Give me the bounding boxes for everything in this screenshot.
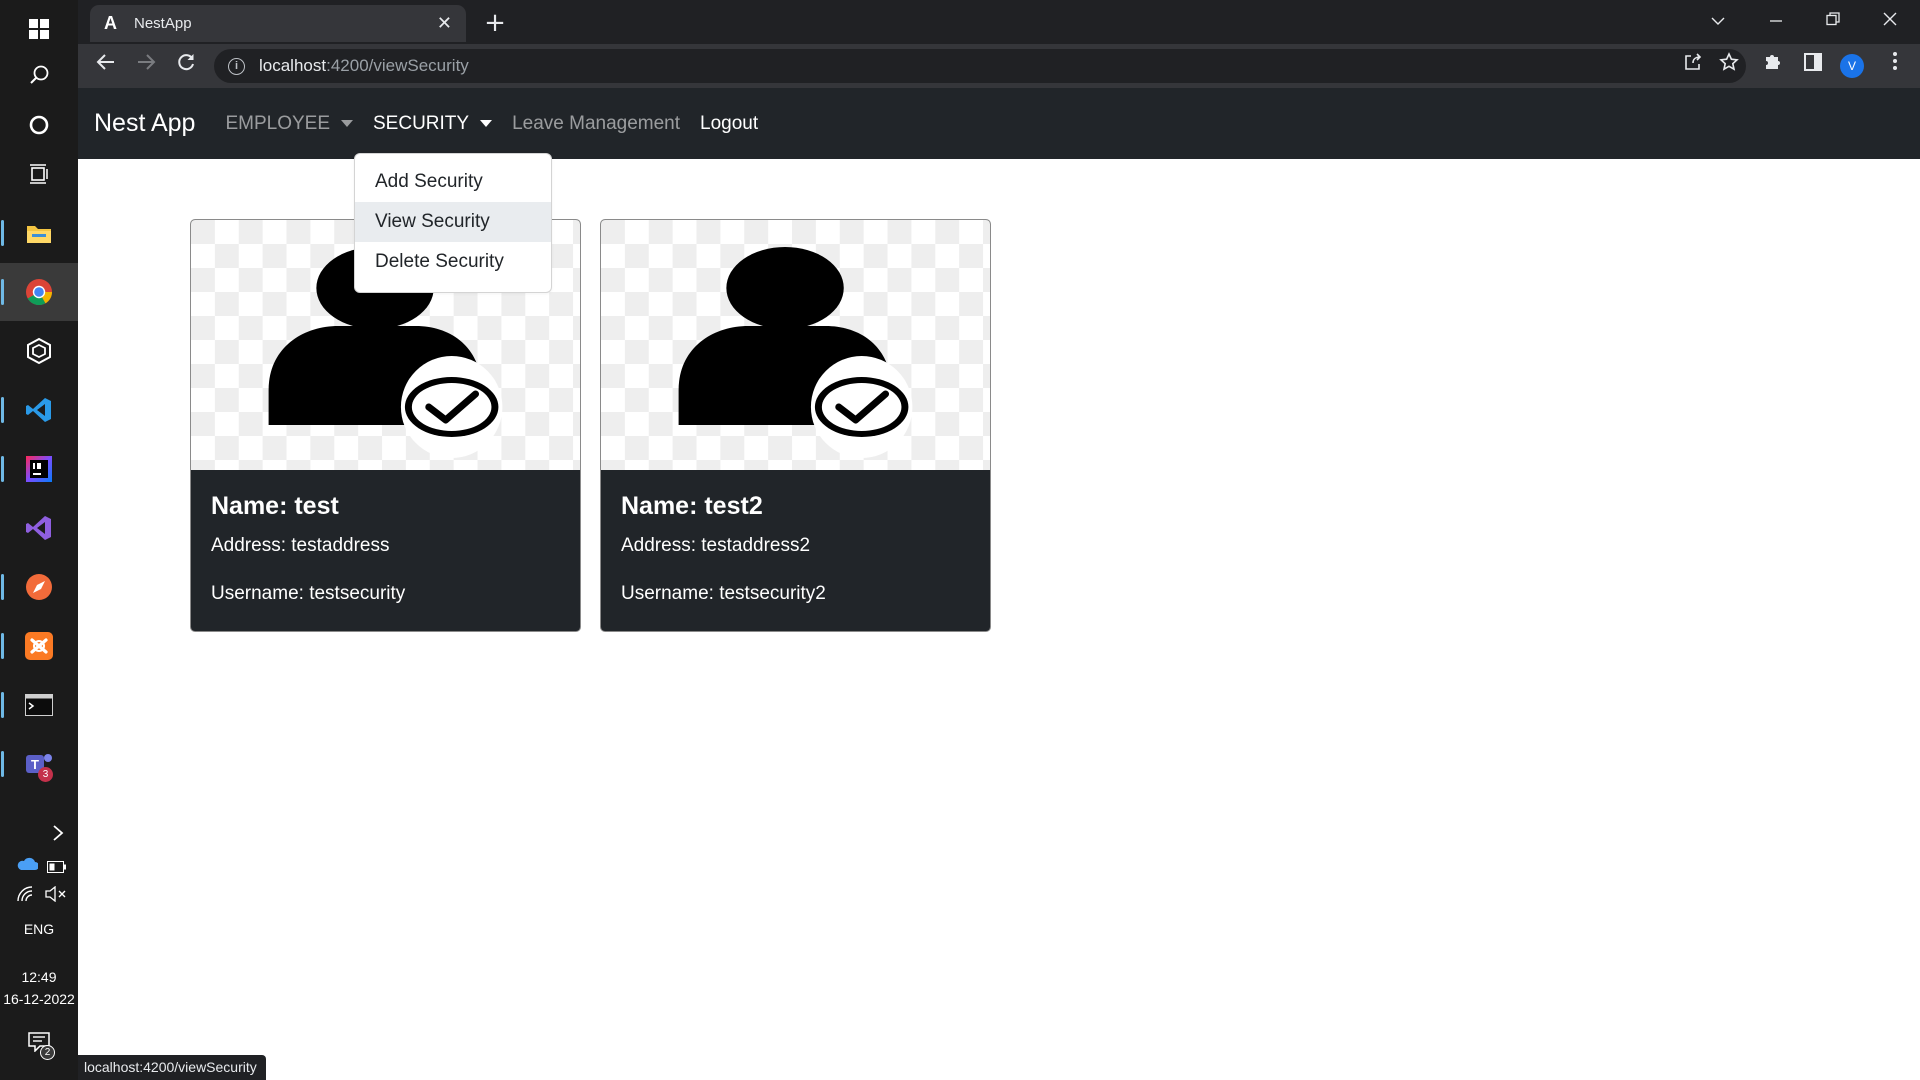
xampp-icon[interactable] <box>0 617 78 675</box>
card-name: Name: test <box>211 492 339 520</box>
nav-security-label: SECURITY <box>373 112 470 134</box>
clock-date[interactable]: 16-12-2022 <box>0 988 78 1010</box>
windows-taskbar: T 3 ENG 12:49 16-12-2022 2 <box>0 0 78 1080</box>
nav-employee-label: EMPLOYEE <box>225 112 330 134</box>
dropdown-item-add-security[interactable]: Add Security <box>355 162 551 202</box>
nav-employee-dropdown[interactable]: EMPLOYEE <box>225 113 353 135</box>
card-body: Name: test Address: testaddress Username… <box>191 470 580 605</box>
site-info-icon[interactable]: i <box>228 57 245 75</box>
address-bar[interactable]: i localhost:4200/viewSecurity <box>214 49 1746 83</box>
dropdown-item-delete-security[interactable]: Delete Security <box>355 242 551 282</box>
volume-muted-icon[interactable] <box>45 885 67 906</box>
battery-icon[interactable] <box>47 858 67 877</box>
chevron-right-icon[interactable] <box>0 804 78 862</box>
teams-badge: 3 <box>38 767 53 782</box>
tab-search-chevron-icon[interactable] <box>1695 6 1741 36</box>
kebab-menu-icon[interactable] <box>1880 50 1910 80</box>
profile-avatar[interactable]: V <box>1840 54 1864 78</box>
security-card: Name: test2 Address: testaddress2 Userna… <box>600 219 991 632</box>
nav-logout[interactable]: Logout <box>700 113 758 135</box>
notifications-badge: 2 <box>40 1045 55 1060</box>
caret-down-icon <box>480 120 493 127</box>
cube-app-icon[interactable] <box>0 322 78 380</box>
task-view-icon[interactable] <box>0 145 78 203</box>
back-arrow-icon[interactable] <box>90 50 122 82</box>
browser-toolbar: i localhost:4200/viewSecurity V <box>78 44 1920 88</box>
restore-icon[interactable] <box>1810 6 1856 36</box>
caret-down-icon <box>341 120 353 127</box>
angular-favicon-icon: A <box>104 13 117 33</box>
wifi-icon[interactable] <box>16 886 36 906</box>
notifications-icon[interactable]: 2 <box>0 1017 78 1067</box>
compass-app-icon[interactable] <box>0 558 78 616</box>
card-address: Address: testaddress2 <box>621 535 811 556</box>
forward-arrow-icon[interactable] <box>130 50 162 82</box>
dropdown-item-view-security[interactable]: View Security <box>355 202 551 242</box>
side-panel-icon[interactable] <box>1798 50 1828 80</box>
nav-leave-management[interactable]: Leave Management <box>512 113 680 135</box>
card-username: Username: testsecurity2 <box>621 583 826 604</box>
app-navbar: Nest App EMPLOYEE SECURITY Leave Managem… <box>78 88 1920 159</box>
nav-security-dropdown[interactable]: SECURITY <box>373 112 493 135</box>
reload-icon[interactable] <box>170 50 202 82</box>
intellij-icon[interactable] <box>0 440 78 498</box>
svg-text:T: T <box>31 757 39 772</box>
browser-tab[interactable]: A NestApp ✕ <box>90 5 466 42</box>
visual-studio-icon[interactable] <box>0 499 78 557</box>
vscode-icon[interactable] <box>0 381 78 439</box>
navbar-brand[interactable]: Nest App <box>94 109 195 138</box>
minimize-icon[interactable] <box>1753 6 1799 36</box>
extensions-puzzle-icon[interactable] <box>1758 50 1788 80</box>
teams-icon[interactable]: T 3 <box>0 735 78 793</box>
new-tab-icon[interactable]: + <box>478 6 512 40</box>
terminal-icon[interactable] <box>0 676 78 734</box>
card-name: Name: test2 <box>621 492 763 520</box>
language-indicator[interactable]: ENG <box>0 918 78 940</box>
tab-title: NestApp <box>134 15 192 32</box>
card-username: Username: testsecurity <box>211 583 406 604</box>
security-dropdown-menu: Add Security View Security Delete Securi… <box>354 153 552 293</box>
link-status-bubble: localhost:4200/viewSecurity <box>78 1055 266 1080</box>
browser-window: A NestApp ✕ + i localhost:4200/viewSecur… <box>78 0 1920 88</box>
share-icon[interactable] <box>1678 51 1708 81</box>
tab-close-icon[interactable]: ✕ <box>437 13 452 34</box>
url-text[interactable]: localhost:4200/viewSecurity <box>259 56 469 76</box>
close-window-icon[interactable] <box>1867 6 1913 36</box>
file-explorer-icon[interactable] <box>0 204 78 262</box>
clock-time[interactable]: 12:49 <box>0 966 78 988</box>
card-address: Address: testaddress <box>211 535 390 556</box>
user-verified-icon <box>601 220 990 470</box>
onedrive-icon[interactable] <box>16 856 39 875</box>
bookmark-star-icon[interactable] <box>1714 51 1744 81</box>
chrome-icon[interactable] <box>0 263 78 321</box>
card-body: Name: test2 Address: testaddress2 Userna… <box>601 470 990 605</box>
